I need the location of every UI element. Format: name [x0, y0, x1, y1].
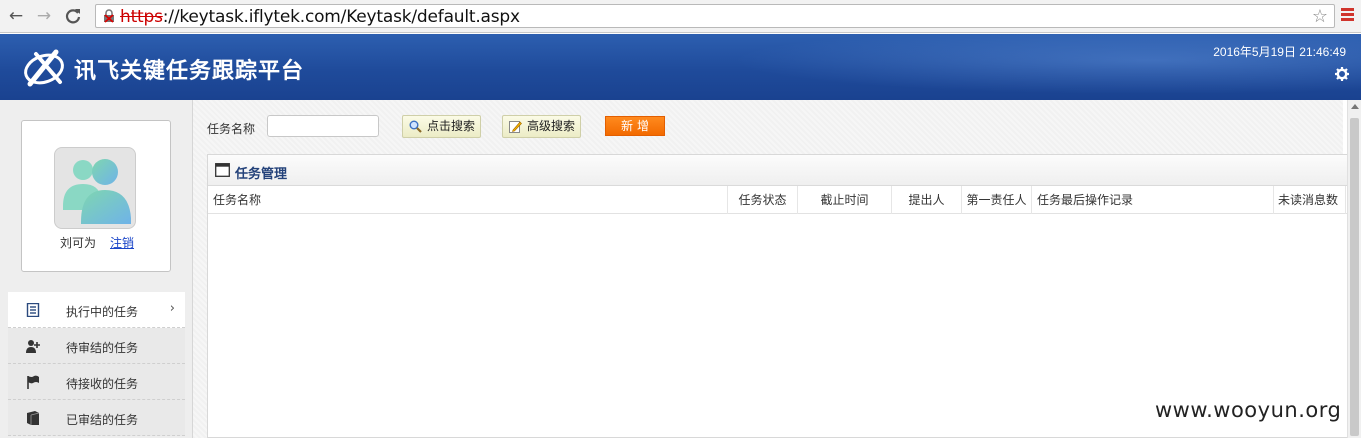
iflytek-logo-icon: [24, 49, 64, 87]
column-header-proposer[interactable]: 提出人: [892, 186, 962, 214]
task-table-header: 任务名称 任务状态 截止时间 提出人 第一责任人 任务最后操作记录 未读消息数: [208, 186, 1348, 214]
document-list-icon: [26, 303, 40, 317]
logout-link[interactable]: 注销: [110, 234, 134, 251]
url-path: ://keytask.iflytek.com/Keytask/default.a…: [162, 7, 520, 27]
url-text: https://keytask.iflytek.com/Keytask/defa…: [120, 7, 520, 27]
sidebar-item-pending-review[interactable]: 待审结的任务: [8, 328, 185, 364]
calendar-window-icon: [215, 163, 230, 177]
broken-lock-icon: [104, 9, 114, 23]
url-scheme: https: [120, 7, 163, 27]
magnifier-icon: [409, 120, 422, 133]
browser-menu-icon[interactable]: [1341, 8, 1354, 22]
sidebar-item-executing-tasks[interactable]: 执行中的任务 ›: [8, 292, 185, 328]
advanced-search-label: 高级搜索: [527, 119, 576, 133]
settings-gear-icon[interactable]: [1335, 67, 1349, 81]
back-arrow-icon[interactable]: ←: [6, 6, 26, 26]
column-header-last-record[interactable]: 任务最后操作记录: [1032, 186, 1274, 214]
column-header-deadline[interactable]: 截止时间: [798, 186, 892, 214]
side-menu: 执行中的任务 › 待审结的任务 待接收的任务 已审结的任务: [8, 292, 185, 436]
task-name-label: 任务名称: [207, 122, 256, 136]
user-name: 刘可为: [60, 236, 97, 250]
task-management-panel: 任务管理 任务名称 任务状态 截止时间 提出人 第一责任人 任务最后操作记录 未…: [207, 154, 1348, 438]
panel-header: 任务管理: [208, 155, 1348, 186]
current-datetime: 2016年5月19日 21:46:49: [1213, 45, 1346, 59]
sidebar-item-reviewed[interactable]: 已审结的任务: [8, 400, 185, 436]
scrollbar-thumb[interactable]: [1350, 118, 1359, 436]
column-header-owner[interactable]: 第一责任人: [962, 186, 1032, 214]
sidebar: 刘可为 注销 执行中的任务 › 待审结的任务 待接收的任务 已审结的任务: [0, 100, 193, 438]
search-button-label: 点击搜索: [427, 119, 476, 133]
search-button[interactable]: 点击搜索: [402, 115, 481, 138]
forward-arrow-icon[interactable]: →: [34, 6, 54, 26]
advanced-search-button[interactable]: 高级搜索: [502, 115, 581, 138]
sidebar-item-label: 待接收的任务: [66, 377, 139, 391]
reload-icon[interactable]: [63, 6, 83, 26]
task-name-search-input[interactable]: [267, 115, 379, 137]
user-add-icon: [26, 340, 40, 353]
sidebar-item-label: 执行中的任务: [66, 305, 139, 319]
main-content: 任务名称 点击搜索 高级搜索 新增 任务管理 任务名称 任务状态 截止时间 提出…: [193, 100, 1348, 438]
vertical-scrollbar[interactable]: [1347, 100, 1361, 438]
column-header-status[interactable]: 任务状态: [728, 186, 798, 214]
bookmark-star-icon[interactable]: ☆: [1312, 6, 1328, 27]
chevron-right-icon: ›: [169, 301, 175, 316]
sidebar-item-label: 已审结的任务: [66, 413, 139, 427]
sidebar-item-pending-accept[interactable]: 待接收的任务: [8, 364, 185, 400]
scroll-up-arrow-icon[interactable]: [1351, 104, 1359, 109]
column-header-task-name[interactable]: 任务名称: [208, 186, 728, 214]
watermark: www.wooyun.org: [1155, 398, 1342, 422]
book-icon: [27, 411, 40, 425]
app-title: 讯飞关键任务跟踪平台: [74, 58, 305, 83]
add-task-button[interactable]: 新增: [605, 116, 665, 136]
address-bar[interactable]: https://keytask.iflytek.com/Keytask/defa…: [95, 4, 1335, 28]
column-header-unread[interactable]: 未读消息数: [1274, 186, 1346, 214]
user-card: 刘可为 注销: [21, 120, 171, 272]
sidebar-item-label: 待审结的任务: [66, 341, 139, 355]
users-avatar-icon: [63, 159, 131, 224]
flag-icon: [27, 375, 39, 389]
avatar: [54, 147, 136, 229]
panel-title: 任务管理: [235, 166, 288, 181]
browser-toolbar: ← → https://keytask.iflytek.com/Keytask/…: [0, 0, 1361, 33]
edit-note-icon: [509, 121, 522, 133]
header-banner: 讯飞关键任务跟踪平台 2016年5月19日 21:46:49: [0, 34, 1361, 100]
